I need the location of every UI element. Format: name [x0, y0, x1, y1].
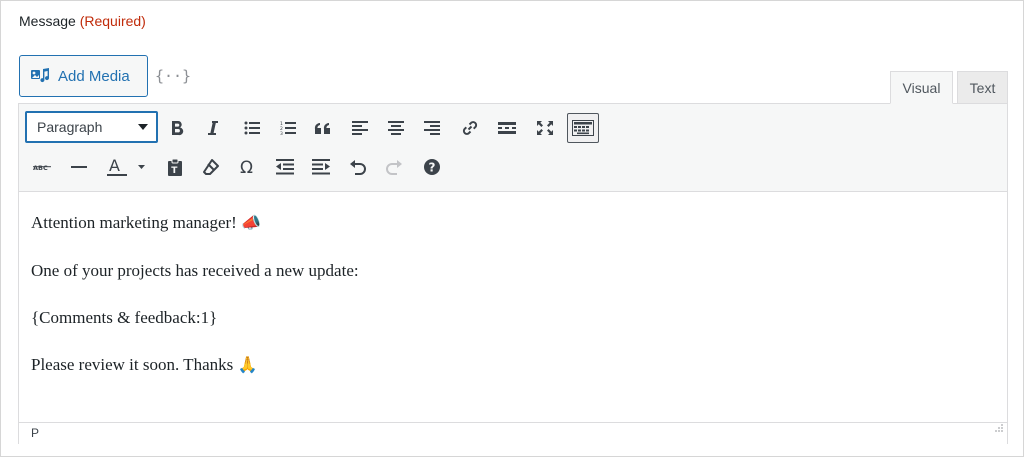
- read-more-button[interactable]: [492, 113, 522, 143]
- message-field-container: Message (Required) Add Media {··} Visual…: [0, 0, 1024, 457]
- horizontal-line-icon: [71, 165, 87, 169]
- svg-text:A: A: [109, 157, 120, 175]
- special-character-icon: Ω: [239, 158, 257, 176]
- redo-icon: [385, 159, 403, 175]
- redo-button[interactable]: [379, 152, 409, 182]
- field-label: Message (Required): [19, 13, 146, 29]
- text-color-button[interactable]: A: [103, 152, 151, 182]
- content-line: Please review it soon. Thanks 🙏: [31, 355, 258, 374]
- italic-button[interactable]: [198, 113, 228, 143]
- keyboard-shortcuts-button[interactable]: ?: [417, 152, 447, 182]
- keyboard-shortcuts-icon: ?: [423, 158, 441, 176]
- blockquote-icon: [314, 121, 332, 135]
- outdent-button[interactable]: [270, 152, 300, 182]
- element-path[interactable]: P: [31, 426, 39, 440]
- numbered-list-icon: 123: [280, 121, 296, 135]
- outdent-icon: [276, 159, 294, 175]
- svg-text:?: ?: [429, 161, 436, 175]
- svg-text:Ω: Ω: [240, 158, 253, 176]
- editor-toolbar: Paragraph 123 ABC A T Ω ?: [19, 104, 1007, 192]
- strikethrough-button[interactable]: ABC: [27, 152, 57, 182]
- link-button[interactable]: [455, 113, 485, 143]
- horizontal-line-button[interactable]: [64, 152, 94, 182]
- indent-icon: [312, 159, 330, 175]
- text-color-icon: A: [107, 157, 147, 177]
- bold-button[interactable]: [162, 113, 192, 143]
- svg-text:3: 3: [280, 131, 283, 135]
- fullscreen-button[interactable]: [530, 113, 560, 143]
- strikethrough-icon: ABC: [33, 162, 51, 172]
- editor: Paragraph 123 ABC A T Ω ? Attention mark…: [18, 103, 1008, 444]
- format-select[interactable]: Paragraph: [25, 111, 158, 143]
- bold-icon: [170, 120, 184, 136]
- clear-formatting-icon: [202, 158, 220, 176]
- align-center-icon: [388, 121, 404, 135]
- content-merge-tag: {Comments & feedback:1}: [31, 308, 218, 327]
- toolbar-toggle-icon: [572, 120, 594, 136]
- content-line: One of your projects has received a new …: [31, 261, 359, 280]
- svg-text:T: T: [171, 166, 178, 176]
- bulleted-list-button[interactable]: [237, 113, 267, 143]
- format-select-value: Paragraph: [37, 119, 103, 135]
- align-left-icon: [352, 121, 368, 135]
- chevron-down-icon: [138, 124, 148, 130]
- add-media-button[interactable]: Add Media: [19, 55, 148, 97]
- special-character-button[interactable]: Ω: [233, 152, 263, 182]
- tab-text[interactable]: Text: [957, 71, 1008, 104]
- link-icon: [461, 119, 479, 137]
- paste-as-text-button[interactable]: T: [160, 152, 190, 182]
- megaphone-icon: 📣: [241, 215, 261, 232]
- paste-as-text-icon: T: [167, 158, 183, 176]
- read-more-icon: [498, 122, 516, 134]
- folded-hands-icon: 🙏: [237, 357, 258, 374]
- blockquote-button[interactable]: [308, 113, 338, 143]
- align-right-icon: [424, 121, 440, 135]
- required-indicator: (Required): [79, 13, 146, 29]
- align-right-button[interactable]: [417, 113, 447, 143]
- indent-button[interactable]: [306, 152, 336, 182]
- undo-icon: [349, 159, 367, 175]
- merge-tag-icon[interactable]: {··}: [155, 63, 191, 89]
- align-center-button[interactable]: [381, 113, 411, 143]
- italic-icon: [207, 120, 219, 136]
- svg-text:ABC: ABC: [33, 164, 48, 172]
- editor-statusbar: P: [19, 422, 1007, 444]
- align-left-button[interactable]: [345, 113, 375, 143]
- add-media-label: Add Media: [58, 67, 130, 85]
- field-label-text: Message: [19, 13, 76, 29]
- fullscreen-icon: [536, 120, 554, 136]
- undo-button[interactable]: [343, 152, 373, 182]
- bulleted-list-icon: [244, 121, 260, 135]
- resize-handle-icon[interactable]: [993, 420, 1003, 441]
- editor-content[interactable]: Attention marketing manager! 📣 One of yo…: [19, 193, 1007, 421]
- numbered-list-button[interactable]: 123: [273, 113, 303, 143]
- clear-formatting-button[interactable]: [196, 152, 226, 182]
- toolbar-toggle-button[interactable]: [567, 113, 599, 143]
- tab-visual[interactable]: Visual: [890, 71, 953, 104]
- add-media-icon: [30, 67, 50, 85]
- content-line: Attention marketing manager! 📣: [31, 213, 261, 232]
